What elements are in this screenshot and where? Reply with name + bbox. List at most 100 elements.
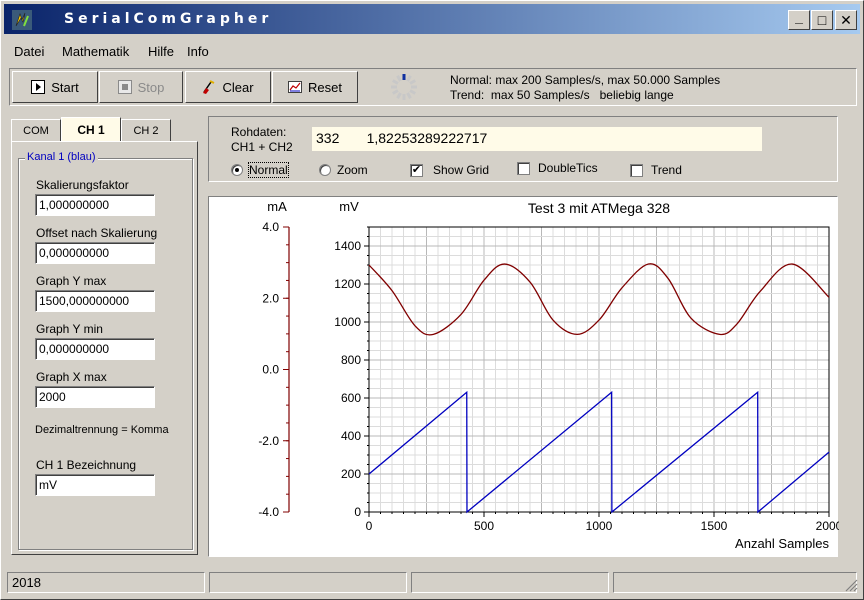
- ymin-label: Graph Y min: [36, 322, 103, 336]
- x-tick-label: 1500: [701, 519, 728, 533]
- eraser-icon: [203, 80, 215, 94]
- start-label: Start: [51, 79, 79, 95]
- scaling-field[interactable]: 1,000000000: [35, 194, 155, 216]
- status-cell-3: [411, 572, 609, 593]
- menu-datei[interactable]: Datei: [14, 44, 44, 59]
- mv-tick-label: 0: [354, 505, 361, 519]
- mv-tick-label: 600: [341, 391, 361, 405]
- name-label: CH 1 Bezeichnung: [36, 458, 137, 472]
- normal-label: Normal: [248, 162, 289, 178]
- title-bar: SerialComGrapher _ □ ✕: [4, 4, 860, 34]
- ymin-field[interactable]: 0,000000000: [35, 338, 155, 360]
- raw-data-value: 332 1,82253289222717: [312, 127, 762, 151]
- close-icon: ✕: [840, 12, 852, 28]
- menu-mathematik[interactable]: Mathematik: [62, 44, 129, 59]
- clear-button[interactable]: Clear: [185, 71, 271, 103]
- maximize-button[interactable]: □: [811, 10, 833, 30]
- raw-data-box: Rohdaten: CH1 + CH2 332 1,82253289222717…: [208, 116, 838, 182]
- status-cell-4: [613, 572, 857, 593]
- ma-tick-label: 4.0: [262, 220, 279, 234]
- tab-com[interactable]: COM: [11, 119, 61, 141]
- chart-svg: 14001200100080060040020000 500 1000 1500 200…: [258, 199, 839, 551]
- play-icon: [31, 80, 46, 94]
- ma-tick-label: 0.0: [262, 363, 279, 377]
- channel-group: Kanal 1 (blau) Skalierungsfaktor 1,00000…: [18, 151, 193, 550]
- menu-info[interactable]: Info: [187, 44, 209, 59]
- x-tick-label: 500: [474, 519, 494, 533]
- minimize-icon: _: [795, 9, 803, 25]
- x-tick-label: 2000: [816, 519, 839, 533]
- rate-info-trend: Trend: max 50 Samples/s beliebig lange: [450, 88, 674, 102]
- raw-data-label: Rohdaten: CH1 + CH2: [231, 125, 293, 154]
- minimize-button[interactable]: _: [788, 10, 810, 30]
- ma-unit-label: mA: [267, 199, 287, 214]
- radio-dot-icon: [235, 168, 239, 172]
- start-button[interactable]: Start: [12, 71, 98, 103]
- scaling-label: Skalierungsfaktor: [36, 178, 129, 192]
- channel-panel: Kanal 1 (blau) Skalierungsfaktor 1,00000…: [11, 141, 198, 555]
- rate-info: Normal: max 200 Samples/s, max 50.000 Sa…: [450, 73, 720, 103]
- xmax-label: Graph X max: [36, 370, 107, 384]
- offset-label: Offset nach Skalierung: [36, 226, 158, 240]
- mv-tick-label: 400: [341, 429, 361, 443]
- menu-hilfe[interactable]: Hilfe: [148, 44, 174, 59]
- show-grid-label: Show Grid: [433, 163, 490, 177]
- status-bar: 2018: [4, 570, 860, 595]
- normal-radio[interactable]: [231, 164, 243, 176]
- clear-label: Clear: [222, 79, 254, 95]
- show-grid-option[interactable]: ✔ Show Grid: [410, 163, 489, 177]
- chart-reset-icon: [288, 81, 303, 93]
- double-tics-option[interactable]: DoubleTics: [517, 161, 598, 175]
- rate-info-normal: Normal: max 200 Samples/s, max 50.000 Sa…: [450, 73, 721, 87]
- normal-option[interactable]: Normal: [231, 162, 289, 178]
- double-tics-checkbox[interactable]: [517, 161, 530, 175]
- mv-tick-label: 1200: [334, 277, 361, 291]
- tab-ch1[interactable]: CH 1: [61, 117, 121, 141]
- mv-tick-label: 1000: [334, 315, 361, 329]
- stop-label: Stop: [137, 79, 165, 95]
- reset-button[interactable]: Reset: [272, 71, 358, 103]
- zoom-radio[interactable]: [319, 164, 331, 176]
- status-cell-year: 2018: [7, 572, 205, 593]
- ma-tick-label: -4.0: [258, 505, 279, 519]
- mv-tick-label: 800: [341, 353, 361, 367]
- zoom-label: Zoom: [337, 163, 368, 177]
- x-axis-label: Anzahl Samples: [735, 536, 829, 551]
- ymax-field[interactable]: 1500,000000000: [35, 290, 155, 312]
- maximize-icon: □: [817, 12, 827, 28]
- status-cell-2: [209, 572, 407, 593]
- offset-field[interactable]: 0,000000000: [35, 242, 155, 264]
- double-tics-label: DoubleTics: [538, 161, 598, 175]
- zoom-option[interactable]: Zoom: [319, 163, 368, 177]
- chart-title: Test 3 mit ATMega 328: [528, 200, 670, 216]
- resize-grip-icon[interactable]: [844, 578, 858, 592]
- xmax-field[interactable]: 2000: [35, 386, 155, 408]
- stop-button[interactable]: Stop: [99, 71, 183, 103]
- ma-tick-label: -2.0: [258, 434, 279, 448]
- ma-tick-label: 2.0: [262, 291, 279, 305]
- close-button[interactable]: ✕: [835, 10, 857, 30]
- mv-tick-label: 1400: [334, 239, 361, 253]
- busy-spinner-icon: [391, 74, 417, 100]
- x-tick-label: 1000: [586, 519, 613, 533]
- menu-bar: Datei Mathematik Hilfe Info: [4, 38, 860, 64]
- trend-option[interactable]: Trend: [630, 163, 682, 177]
- ymax-label: Graph Y max: [36, 274, 107, 288]
- x-tick-label: 0: [366, 519, 373, 533]
- window-title: SerialComGrapher: [64, 11, 273, 27]
- main-window: SerialComGrapher _ □ ✕ Datei Mathematik …: [0, 0, 864, 600]
- trend-checkbox[interactable]: [630, 163, 643, 177]
- toolbar: Start Stop Clear Reset Normal: max 200 S…: [9, 68, 857, 106]
- mv-tick-label: 200: [341, 467, 361, 481]
- tab-ch2[interactable]: CH 2: [121, 119, 171, 141]
- checkmark-icon: ✔: [411, 163, 422, 176]
- group-title: Kanal 1 (blau): [25, 151, 98, 163]
- lightning-app-icon: [12, 10, 32, 30]
- name-field[interactable]: mV: [35, 474, 155, 496]
- stop-icon: [117, 80, 132, 94]
- chart-area: 1400 1200 1000 800 600 400 200 0 0 500 1000 1500 200…: [208, 196, 839, 557]
- mv-unit-label: mV: [339, 199, 359, 214]
- decimal-note: Dezimaltrennung = Komma: [35, 424, 169, 436]
- trend-label: Trend: [651, 163, 682, 177]
- show-grid-checkbox[interactable]: ✔: [410, 163, 423, 177]
